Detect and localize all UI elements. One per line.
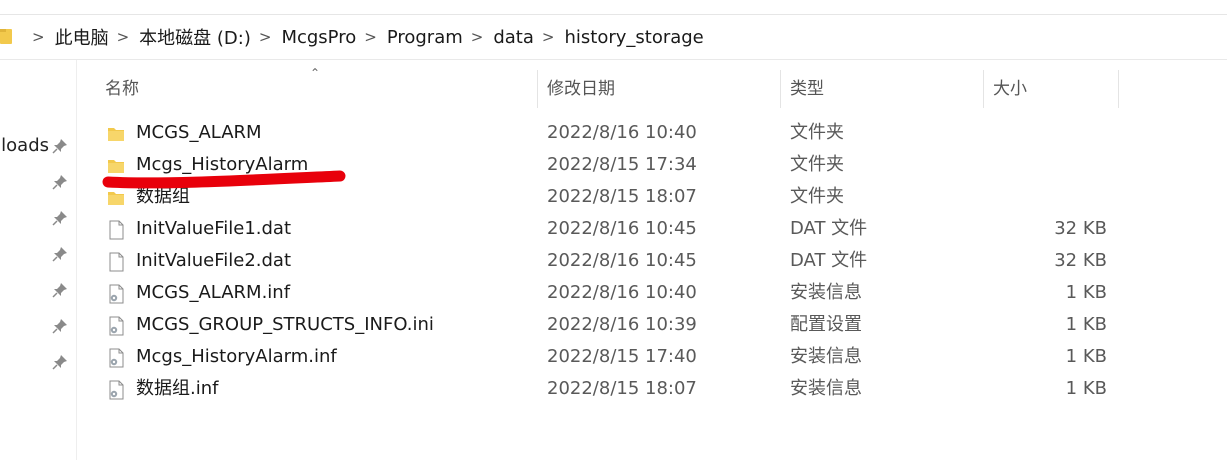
file-date: 2022/8/15 17:40 xyxy=(547,346,697,367)
breadcrumb-data[interactable]: data xyxy=(493,27,534,48)
chevron-right-icon[interactable]: > xyxy=(471,28,484,46)
file-name: MCGS_ALARM xyxy=(136,122,262,143)
file-size: 1 KB xyxy=(1065,346,1107,367)
pin-icon[interactable] xyxy=(52,246,68,262)
window-top-strip xyxy=(0,0,1227,15)
file-row[interactable]: Mcgs_HistoryAlarm.inf 2022/8/15 17:40 安装信息… xyxy=(100,341,1130,373)
file-type: DAT 文件 xyxy=(790,218,868,239)
folder-icon xyxy=(108,192,124,205)
breadcrumb-program[interactable]: Program xyxy=(387,27,463,48)
folder-icon xyxy=(108,128,124,141)
nav-item-downloads[interactable]: Downloads xyxy=(0,135,49,156)
file-name: InitValueFile1.dat xyxy=(136,218,292,239)
breadcrumb-history-storage[interactable]: history_storage xyxy=(564,27,703,48)
file-name: MCGS_GROUP_STRUCTS_INFO.ini xyxy=(136,314,434,335)
file-date: 2022/8/15 18:07 xyxy=(547,186,697,207)
breadcrumb-mcgspro[interactable]: McgsPro xyxy=(281,27,356,48)
file-type: 文件夹 xyxy=(790,186,844,207)
file-icon xyxy=(109,220,124,240)
file-size: 1 KB xyxy=(1065,314,1107,335)
pin-icon[interactable] xyxy=(52,282,68,298)
file-size: 32 KB xyxy=(1054,218,1107,239)
file-row[interactable]: 数据组.inf 2022/8/15 18:07 安装信息 1 KB xyxy=(100,373,1130,405)
file-name: InitValueFile2.dat xyxy=(136,250,292,271)
settings-file-icon xyxy=(109,348,124,368)
pin-icon[interactable] xyxy=(52,174,68,190)
folder-icon xyxy=(0,29,12,44)
file-row[interactable]: MCGS_GROUP_STRUCTS_INFO.ini 2022/8/16 10:… xyxy=(100,309,1130,341)
file-row[interactable]: MCGS_ALARM 2022/8/16 10:40 文件夹 xyxy=(100,117,1130,149)
file-type: 配置设置 xyxy=(790,314,862,335)
pin-icon[interactable] xyxy=(52,354,68,370)
settings-file-icon xyxy=(109,316,124,336)
file-size: 32 KB xyxy=(1054,250,1107,271)
column-divider[interactable] xyxy=(1118,70,1119,108)
settings-file-icon xyxy=(109,380,124,400)
chevron-right-icon[interactable]: > xyxy=(117,28,130,46)
column-header-type[interactable]: 类型 xyxy=(790,70,824,108)
chevron-right-icon[interactable]: > xyxy=(542,28,555,46)
file-row[interactable]: MCGS_ALARM.inf 2022/8/16 10:40 安装信息 1 KB xyxy=(100,277,1130,309)
column-header-row: 名称 修改日期 类型 大小 xyxy=(78,70,1128,108)
file-date: 2022/8/15 17:34 xyxy=(547,154,697,175)
file-date: 2022/8/16 10:39 xyxy=(547,314,697,335)
file-name: MCGS_ALARM.inf xyxy=(136,282,291,303)
file-type: 安装信息 xyxy=(790,282,862,303)
file-date: 2022/8/16 10:45 xyxy=(547,250,697,271)
file-row[interactable]: InitValueFile2.dat 2022/8/16 10:45 DAT 文件 3… xyxy=(100,245,1130,277)
file-name: 数据组.inf xyxy=(136,378,219,399)
file-type: DAT 文件 xyxy=(790,250,868,271)
breadcrumb-drive-d[interactable]: 本地磁盘 (D:) xyxy=(139,24,251,50)
file-date: 2022/8/16 10:40 xyxy=(547,282,697,303)
pin-icon[interactable] xyxy=(52,318,68,334)
column-divider[interactable] xyxy=(780,70,781,108)
column-header-size[interactable]: 大小 xyxy=(993,70,1027,108)
breadcrumb-this-pc[interactable]: 此电脑 xyxy=(55,24,109,50)
file-date: 2022/8/16 10:40 xyxy=(547,122,697,143)
red-annotation-stroke xyxy=(102,170,346,189)
chevron-right-icon[interactable]: > xyxy=(364,28,377,46)
chevron-right-icon[interactable]: > xyxy=(32,28,45,46)
file-type: 安装信息 xyxy=(790,378,862,399)
pin-icon[interactable] xyxy=(52,210,68,226)
chevron-right-icon[interactable]: > xyxy=(259,28,272,46)
file-size: 1 KB xyxy=(1065,378,1107,399)
breadcrumb: > 此电脑 > 本地磁盘 (D:) > McgsPro > Program > … xyxy=(24,15,704,59)
file-type: 文件夹 xyxy=(790,154,844,175)
pin-icon[interactable] xyxy=(52,138,68,154)
file-size: 1 KB xyxy=(1065,282,1107,303)
file-date: 2022/8/15 18:07 xyxy=(547,378,697,399)
address-bar[interactable]: > 此电脑 > 本地磁盘 (D:) > McgsPro > Program > … xyxy=(0,15,1227,60)
column-header-name[interactable]: 名称 xyxy=(105,70,139,108)
column-divider[interactable] xyxy=(537,70,538,108)
nav-item-label: Downloads xyxy=(0,135,49,156)
file-name: Mcgs_HistoryAlarm.inf xyxy=(136,346,337,367)
file-row[interactable]: InitValueFile1.dat 2022/8/16 10:45 DAT 文件 3… xyxy=(100,213,1130,245)
settings-file-icon xyxy=(109,284,124,304)
file-type: 文件夹 xyxy=(790,122,844,143)
file-type: 安装信息 xyxy=(790,346,862,367)
column-divider[interactable] xyxy=(983,70,984,108)
file-icon xyxy=(109,252,124,272)
file-date: 2022/8/16 10:45 xyxy=(547,218,697,239)
column-header-date[interactable]: 修改日期 xyxy=(547,70,615,108)
